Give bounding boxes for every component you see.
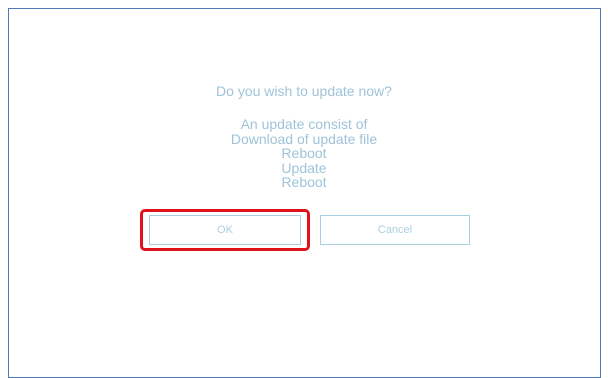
update-info: An update consist of Download of update … [0,117,608,190]
info-line: Download of update file [230,130,378,147]
info-line: Reboot [281,145,327,161]
info-line: Update [281,159,327,176]
info-line: Reboot [281,174,327,190]
update-question: Do you wish to update now? [216,83,392,99]
info-line: An update consist of [240,116,368,132]
ok-button[interactable]: OK [149,215,301,245]
window-frame [8,8,601,378]
cancel-button[interactable]: Cancel [320,215,470,245]
